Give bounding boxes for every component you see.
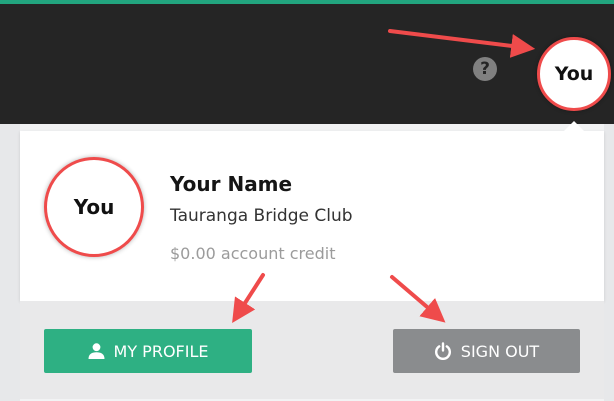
screenshot-canvas: ? You You Your Name Tauranga Bridge Club… (0, 0, 614, 401)
club-name: Tauranga Bridge Club (170, 206, 353, 226)
background-strip-right (604, 124, 614, 401)
background-strip-left (0, 124, 20, 401)
top-bar (0, 4, 614, 124)
avatar-label: You (554, 63, 594, 85)
account-credit: $0.00 account credit (170, 244, 336, 263)
user-name: Your Name (170, 172, 293, 196)
my-profile-label: MY PROFILE (113, 341, 209, 361)
avatar-label: You (73, 195, 115, 219)
profile-avatar: You (44, 157, 144, 257)
question-mark-icon[interactable]: ? (473, 57, 497, 81)
person-icon (88, 343, 105, 359)
power-icon (434, 342, 452, 360)
sign-out-button[interactable]: SIGN OUT (393, 329, 580, 373)
sign-out-label: SIGN OUT (460, 341, 540, 361)
popover-caret (564, 121, 584, 131)
my-profile-button[interactable]: MY PROFILE (44, 329, 252, 373)
account-avatar-button[interactable]: You (537, 37, 611, 111)
